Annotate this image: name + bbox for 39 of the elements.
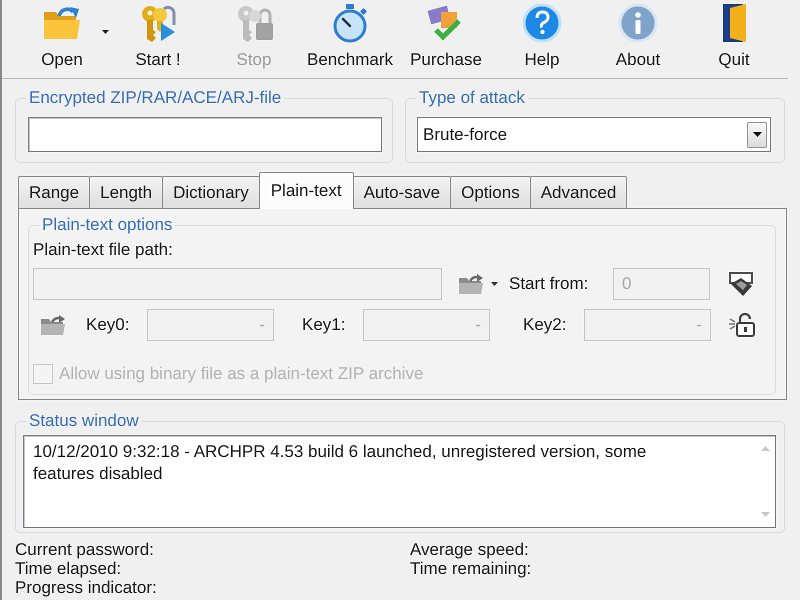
field-label: Start from:	[509, 274, 588, 294]
folder-icon[interactable]	[40, 314, 66, 336]
toolbar-button[interactable]: Start !	[111, 0, 205, 78]
archive-file-field[interactable]	[28, 117, 382, 152]
tab[interactable]: Range	[18, 176, 90, 208]
tab[interactable]: Advanced	[530, 176, 628, 208]
tab[interactable]: Plain-text	[258, 172, 354, 209]
field-label: Plain-text file path:	[33, 240, 173, 259]
tab[interactable]: Dictionary	[162, 176, 260, 208]
tab[interactable]: Length	[89, 176, 164, 208]
caret-icon[interactable]	[491, 282, 498, 286]
caret-icon[interactable]	[747, 122, 767, 148]
help-icon	[522, 3, 562, 43]
stat-label: Time elapsed:	[15, 559, 122, 578]
toolbar-button[interactable]: Quit	[687, 0, 781, 78]
field-label: Key2:	[523, 315, 566, 335]
stat-label: Current password:	[15, 540, 154, 559]
lock-icon[interactable]	[728, 312, 756, 338]
card-icon[interactable]	[727, 271, 755, 297]
stat-label: Time remaining:	[410, 559, 532, 578]
group-title: Type of attack	[416, 88, 528, 108]
toolbar-button[interactable]: Open	[15, 0, 109, 78]
stat-label: Average speed:	[410, 540, 529, 559]
folder-icon[interactable]	[458, 273, 484, 295]
toolbar-button[interactable]: Purchase	[399, 0, 493, 78]
info-icon	[618, 3, 658, 43]
toolbar-button[interactable]: About	[591, 0, 685, 78]
tab[interactable]: Auto-save	[352, 176, 452, 208]
field-label: Key1:	[302, 315, 346, 335]
group-title: Encrypted ZIP/RAR/ACE/ARJ-file	[26, 88, 284, 108]
field-label: Key0:	[86, 315, 130, 335]
attack-type-dropdown[interactable]: Brute-force	[417, 117, 771, 152]
group-title: Plain-text options	[39, 215, 176, 235]
stat-label: Progress indicator:	[15, 578, 157, 597]
log-text: 10/12/2010 9:32:18 - ARCHPR 4.53 build 6 launched, unregistered version, some features disabled	[32, 441, 648, 485]
checkbox-label: Allow using binary file as a plain-text ZIP archive	[59, 364, 424, 384]
toolbar-button[interactable]: Help	[495, 0, 589, 78]
tab[interactable]: Options	[450, 176, 531, 208]
toolbar-button[interactable]: Benchmark	[303, 0, 397, 78]
